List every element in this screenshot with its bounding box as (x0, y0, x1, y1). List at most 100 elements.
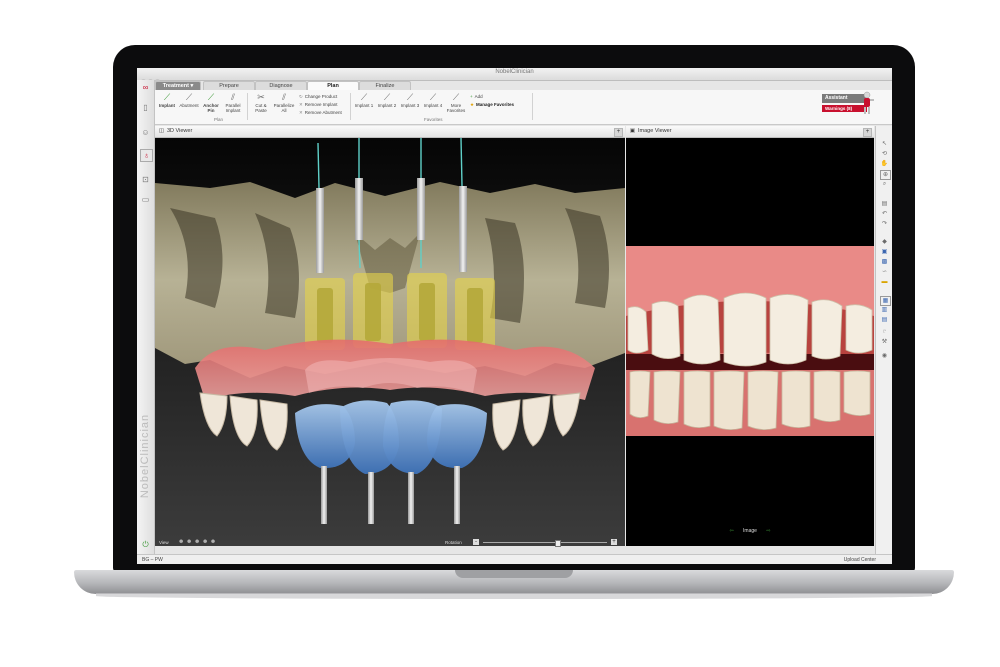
remove-abutment-link[interactable]: ✕ Remove Abutment (299, 109, 344, 117)
rotation-decrease-button[interactable]: - (473, 539, 479, 545)
title-bar: NobelClinician (137, 68, 892, 84)
view-preset-icons[interactable]: ☻ ☻ ☻ ☻ ☻ (178, 539, 216, 545)
implant-icon: ⟋ (383, 92, 391, 102)
tab-diagnose[interactable]: Diagnose (255, 81, 307, 90)
abutment-button[interactable]: ⟋ Abutment (178, 92, 200, 116)
more-favorites-button[interactable]: ⟋ More Favorites (445, 92, 467, 116)
add-icon: + (470, 94, 473, 99)
tool-icon[interactable]: ⚒ (880, 338, 889, 346)
image-nav-label: Image (743, 528, 757, 534)
change-product-link[interactable]: ↻ Change Product (299, 93, 344, 101)
ribbon-separator (532, 93, 533, 120)
rotation-slider-thumb[interactable] (555, 540, 562, 547)
anchor-pin-button[interactable]: ⟋ Anchor Pin (200, 92, 222, 116)
image-navigation: ⇦ Image ⇨ (626, 528, 874, 534)
viewer3d-title: 3D Viewer (167, 128, 193, 134)
view-label: View (159, 540, 169, 545)
favorite-implant-4-button[interactable]: ⟋ Implant 4 (422, 92, 444, 116)
upload-center-link[interactable]: Upload Center (844, 555, 876, 564)
tooth-icon[interactable]: ♇ (880, 328, 889, 336)
intraoral-photo (626, 246, 874, 436)
layers-icon[interactable]: ▩ (880, 258, 889, 266)
upper-teeth (627, 292, 873, 367)
star-icon: ★ (470, 102, 475, 107)
favorite-implant-1-button[interactable]: ⟋ Implant 1 (353, 92, 375, 116)
rotation-label: Rotation (445, 540, 462, 545)
view-split-icon[interactable]: ▥ (880, 306, 889, 314)
cube-icon: ◫ (158, 128, 165, 134)
paint-icon[interactable]: ◆ (880, 238, 889, 246)
nerve-icon[interactable]: ∽ (880, 268, 889, 276)
chat-icon[interactable]: ▭ (140, 194, 151, 205)
planning-icon[interactable]: ♁ (140, 149, 153, 162)
remove-implant-link[interactable]: ✕ Remove Implant (299, 101, 344, 109)
remove-icon: ✕ (299, 110, 303, 115)
view-panel-icon[interactable]: ▦ (880, 296, 891, 306)
next-image-icon[interactable]: ⇨ (766, 528, 770, 534)
tab-treatment[interactable]: Treatment ▾ (155, 81, 201, 90)
image-icon: ▣ (629, 128, 636, 134)
product-menu: ↻ Change Product ✕ Remove Implant ✕ Remove … (299, 93, 344, 117)
group-label-plan: Plan (214, 117, 224, 122)
ruler-icon[interactable]: ▬ (880, 278, 889, 286)
status-bar: BG – PW Upload Center (137, 554, 892, 564)
window-title: NobelClinician (495, 69, 534, 75)
viewer3d-toolbar: View ☻ ☻ ☻ ☻ ☻ Rotation - + (155, 538, 625, 547)
parallelize-icon: ⫽ (281, 92, 286, 102)
parallelize-all-button[interactable]: ⫽ Parallelize All (273, 92, 295, 116)
redo-icon[interactable]: ↷ (880, 220, 889, 228)
eye-icon[interactable]: ◉ (880, 352, 889, 360)
cut-paste-button[interactable]: ✂ Cut & Paste (250, 92, 272, 116)
document-icon[interactable]: ▯ (140, 102, 151, 113)
ribbon-separator (247, 93, 248, 120)
tab-prepare[interactable]: Prepare (203, 81, 255, 90)
left-sidebar: ∞ ▯ ☺ ♁ ⊡ ▭ NobelClinician ⏻ (137, 80, 155, 554)
rotation-increase-button[interactable]: + (611, 539, 617, 545)
power-icon[interactable]: ⏻ (140, 539, 151, 550)
rotation-slider[interactable] (483, 540, 607, 547)
implant-icon: ⟋ (452, 92, 460, 102)
group-label-favorites: Favorites (424, 117, 443, 122)
lower-teeth (629, 370, 871, 430)
zoom-icon[interactable]: ⊕ (880, 170, 891, 180)
ribbon-toolbar: ⟋ Implant ⟋ Abutment ⟋ Anchor Pin ⫽ Parallel… (154, 90, 892, 125)
parallel-implant-button[interactable]: ⫽ Parallel Implant (222, 92, 244, 116)
view-grid-icon[interactable]: ▤ (880, 316, 889, 324)
image-viewer-canvas[interactable]: ⇦ Image ⇨ (626, 138, 874, 546)
save-icon[interactable]: ▤ (880, 200, 889, 208)
parallel-implant-icon: ⫽ (230, 92, 235, 102)
pointer-icon[interactable]: ↖ (880, 140, 889, 148)
favorites-menu: + Add ★ Manage Favorites (470, 93, 516, 109)
viewer3d-header: ◫ 3D Viewer + (155, 126, 625, 138)
rotate-icon[interactable]: ⟲ (880, 150, 889, 158)
tab-plan[interactable]: Plan (307, 81, 359, 90)
tab-finalize[interactable]: Finalize (359, 81, 411, 90)
assistant-figure-icon (863, 91, 874, 114)
manage-favorites-link[interactable]: ★ Manage Favorites (470, 101, 516, 109)
logo-icon: ∞ (142, 83, 149, 92)
change-icon: ↻ (299, 94, 303, 99)
previous-image-icon[interactable]: ⇦ (729, 528, 733, 534)
brand-watermark: NobelClinician (139, 413, 151, 499)
patient-icon[interactable]: ☺ (140, 127, 151, 138)
laptop-shadow (96, 593, 932, 599)
add-image-button[interactable]: + (863, 128, 872, 137)
favorite-implant-3-button[interactable]: ⟋ Implant 3 (399, 92, 421, 116)
pan-icon[interactable]: ✋ (880, 160, 889, 168)
image-viewer-header: ▣ Image Viewer + (626, 126, 874, 138)
magnifier-icon[interactable]: ⌕ (880, 180, 889, 188)
anchor-pin-icon: ⟋ (207, 92, 215, 102)
layer-icon[interactable]: ▣ (880, 248, 889, 256)
undo-icon[interactable]: ↶ (880, 210, 889, 218)
implant-icon: ⟋ (406, 92, 414, 102)
implant-icon: ⟋ (429, 92, 437, 102)
add-view-button[interactable]: + (614, 128, 623, 137)
favorite-implant-2-button[interactable]: ⟋ Implant 2 (376, 92, 398, 116)
assistant-panel[interactable]: Assistant Warnings (8) (822, 91, 875, 115)
cart-icon[interactable]: ⊡ (140, 174, 151, 185)
implant-button[interactable]: ⟋ Implant (156, 92, 178, 116)
implant-icon: ⟋ (163, 92, 171, 102)
status-left: BG – PW (142, 557, 163, 563)
viewer3d-canvas[interactable] (155, 138, 625, 546)
add-favorite-link[interactable]: + Add (470, 93, 516, 101)
